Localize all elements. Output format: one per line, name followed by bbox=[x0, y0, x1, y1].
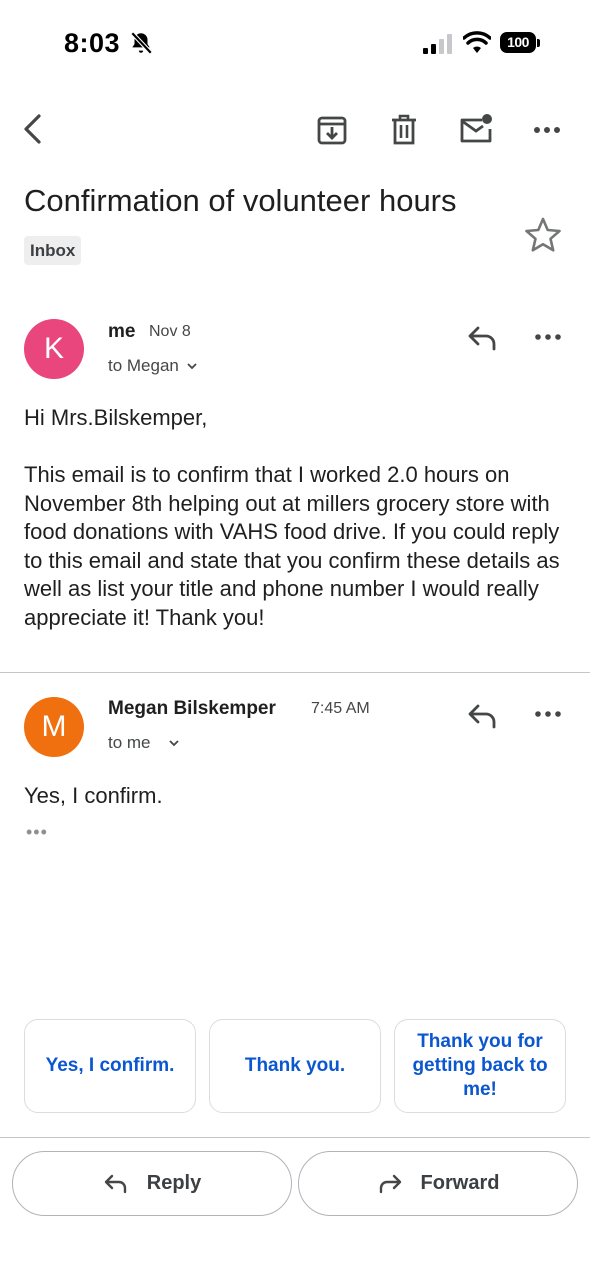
message-time: 7:45 AM bbox=[311, 700, 370, 717]
reply-icon[interactable] bbox=[466, 702, 498, 730]
chevron-down-icon bbox=[167, 738, 181, 748]
battery-icon: 100 bbox=[500, 32, 542, 54]
recipient-details[interactable]: to Megan bbox=[108, 356, 199, 376]
show-trimmed-content-button[interactable]: ••• bbox=[26, 822, 48, 843]
smart-reply-button[interactable]: Yes, I confirm. bbox=[24, 1019, 196, 1113]
recipient-details[interactable]: to me bbox=[108, 733, 181, 753]
email-subject: Confirmation of volunteer hours bbox=[24, 183, 457, 218]
forward-icon bbox=[377, 1173, 403, 1195]
recipient-line: to Megan bbox=[108, 356, 179, 375]
message-date: Nov 8 bbox=[149, 323, 191, 340]
bell-muted-icon bbox=[128, 30, 154, 56]
back-icon[interactable] bbox=[17, 112, 51, 146]
avatar[interactable]: K bbox=[24, 319, 84, 379]
more-horiz-icon[interactable] bbox=[532, 113, 566, 147]
message-more-icon[interactable] bbox=[534, 325, 562, 349]
chevron-down-icon bbox=[185, 361, 199, 371]
sender-name: me bbox=[108, 321, 136, 342]
sender-name: Megan Bilskemper bbox=[108, 698, 276, 719]
actions-divider bbox=[0, 1137, 590, 1138]
archive-icon[interactable] bbox=[315, 113, 349, 147]
signal-icon bbox=[423, 34, 453, 54]
message-body: Yes, I confirm. bbox=[24, 783, 163, 808]
avatar[interactable]: M bbox=[24, 697, 84, 757]
status-time: 8:03 bbox=[64, 28, 121, 58]
trash-icon[interactable] bbox=[387, 113, 421, 147]
message-greeting: Hi Mrs.Bilskemper, bbox=[24, 405, 208, 430]
inbox-label-chip[interactable]: Inbox bbox=[24, 236, 82, 265]
battery-level: 100 bbox=[500, 32, 536, 53]
message-body: This email is to confirm that I worked 2… bbox=[24, 462, 560, 630]
smart-reply-button[interactable]: Thank you for getting back to me! bbox=[394, 1019, 566, 1113]
message-divider bbox=[0, 672, 590, 673]
message-more-icon[interactable] bbox=[534, 702, 562, 726]
wifi-icon bbox=[463, 31, 491, 55]
smart-reply-button[interactable]: Thank you. bbox=[209, 1019, 381, 1113]
reply-label: Reply bbox=[146, 1172, 202, 1194]
forward-label: Forward bbox=[420, 1172, 500, 1194]
reply-icon bbox=[103, 1173, 129, 1195]
star-icon[interactable] bbox=[524, 216, 562, 254]
forward-button[interactable]: Forward bbox=[298, 1151, 578, 1216]
mark-unread-icon[interactable] bbox=[458, 112, 492, 146]
recipient-line: to me bbox=[108, 733, 151, 752]
reply-icon[interactable] bbox=[466, 324, 498, 352]
reply-button[interactable]: Reply bbox=[12, 1151, 292, 1216]
